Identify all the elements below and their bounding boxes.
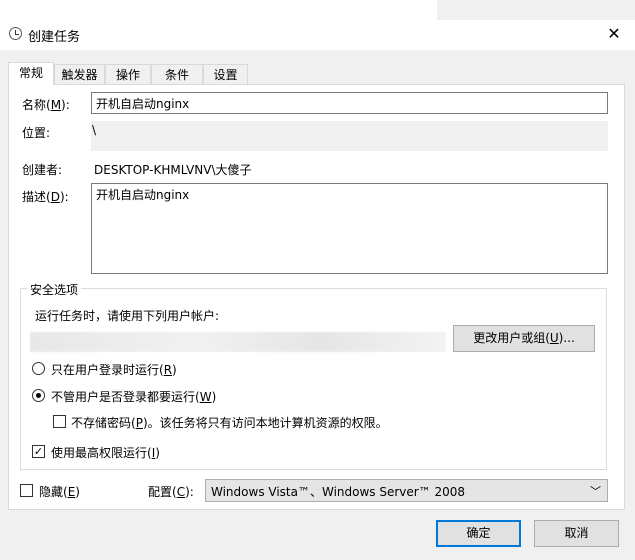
tab-general[interactable]: 常规 bbox=[8, 62, 54, 85]
location-field bbox=[91, 121, 608, 151]
security-options-title: 安全选项 bbox=[27, 281, 82, 298]
run-logged-on-radio[interactable] bbox=[32, 362, 45, 375]
window-title: 创建任务 bbox=[28, 30, 81, 45]
no-store-password-label[interactable]: 不存储密码(P)。该任务将只有访问本地计算机资源的权限。 bbox=[71, 414, 388, 431]
run-whether-logged-on-label[interactable]: 不管用户是否登录都要运行(W) bbox=[51, 388, 216, 405]
description-label: 描述(D): bbox=[22, 190, 69, 204]
close-button[interactable]: ✕ bbox=[604, 24, 624, 44]
tab-triggers[interactable]: 触发器 bbox=[54, 64, 105, 84]
configure-label: 配置(C): bbox=[148, 485, 194, 499]
ok-button[interactable]: 确定 bbox=[436, 520, 521, 547]
hidden-checkbox[interactable] bbox=[20, 484, 33, 497]
title-bar bbox=[0, 20, 635, 50]
description-field[interactable]: 开机自启动nginx bbox=[91, 183, 608, 274]
no-store-password-checkbox[interactable] bbox=[53, 415, 66, 428]
hidden-label[interactable]: 隐藏(E) bbox=[39, 483, 80, 500]
author-label: 创建者: bbox=[22, 163, 63, 177]
chevron-down-icon: ﹀ bbox=[590, 485, 601, 498]
author-value: DESKTOP-KHMLVNV\大傻子 bbox=[94, 163, 252, 177]
configure-select[interactable]: Windows Vista™、Windows Server™ 2008 ﹀ bbox=[205, 479, 608, 502]
background-gray bbox=[437, 0, 635, 20]
tab-settings[interactable]: 设置 bbox=[203, 64, 248, 84]
user-account-blurred bbox=[30, 332, 446, 352]
change-user-button[interactable]: 更改用户或组(U)... bbox=[453, 325, 595, 352]
run-as-label: 运行任务时，请使用下列用户帐户: bbox=[35, 309, 220, 323]
tab-actions[interactable]: 操作 bbox=[105, 64, 151, 84]
name-label: 名称(M): bbox=[22, 98, 70, 112]
highest-privileges-checkbox[interactable]: ✓ bbox=[32, 445, 45, 458]
configure-value: Windows Vista™、Windows Server™ 2008 bbox=[211, 485, 466, 499]
run-whether-logged-on-radio[interactable] bbox=[32, 389, 45, 402]
task-scheduler-icon bbox=[9, 27, 22, 40]
run-logged-on-label[interactable]: 只在用户登录时运行(R) bbox=[51, 361, 177, 378]
name-field[interactable]: 开机自启动nginx bbox=[91, 92, 608, 114]
cancel-button[interactable]: 取消 bbox=[534, 520, 619, 547]
background-strip bbox=[0, 0, 635, 20]
tab-conditions[interactable]: 条件 bbox=[151, 64, 203, 84]
highest-privileges-label[interactable]: 使用最高权限运行(I) bbox=[51, 444, 160, 461]
location-label: 位置: bbox=[22, 126, 51, 140]
location-value: \ bbox=[92, 123, 97, 137]
